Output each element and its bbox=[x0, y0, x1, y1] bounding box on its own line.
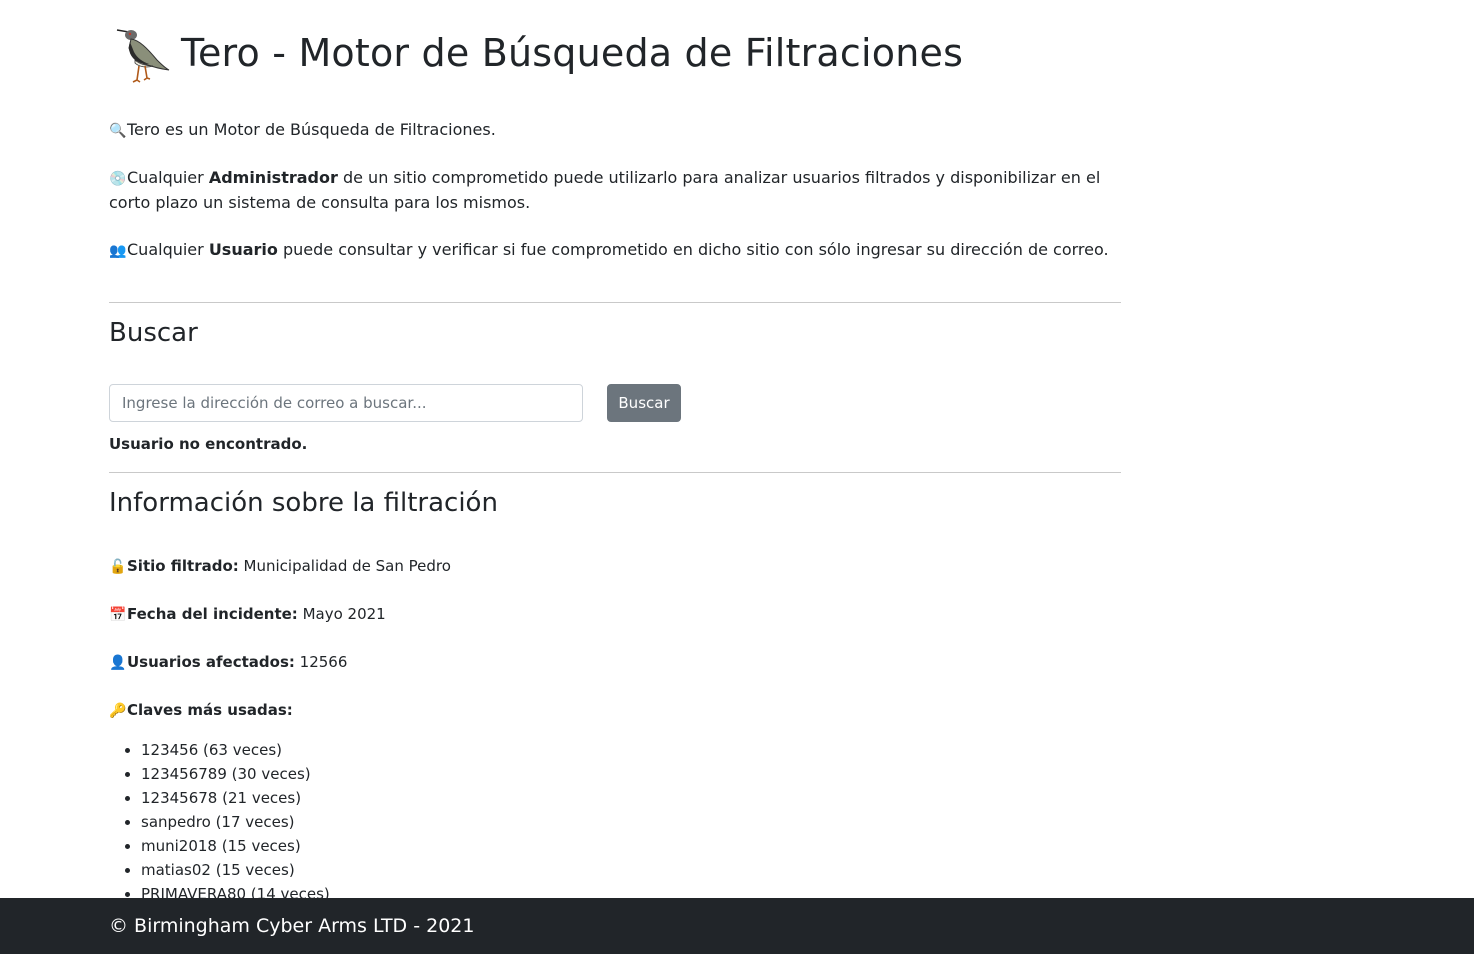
divider bbox=[109, 302, 1121, 303]
lock-icon: 🔓 bbox=[109, 559, 127, 575]
page-header: Tero - Motor de Búsqueda de Filtraciones bbox=[109, 22, 963, 84]
search-button[interactable]: Buscar bbox=[607, 384, 681, 422]
top-passwords-line: 🔑Claves más usadas: bbox=[109, 698, 293, 723]
list-item: 123456 (63 veces) bbox=[141, 738, 330, 762]
affected-users-label: Usuarios afectados: bbox=[127, 653, 295, 671]
intro-line-1: 🔍Tero es un Motor de Búsqueda de Filtrac… bbox=[109, 118, 1121, 143]
intro-line-3-prefix: Cualquier bbox=[127, 240, 209, 259]
intro-line-2-prefix: Cualquier bbox=[127, 168, 209, 187]
search-input[interactable] bbox=[109, 384, 583, 422]
search-heading: Buscar bbox=[109, 318, 198, 348]
page: Tero - Motor de Búsqueda de Filtraciones… bbox=[0, 0, 1474, 954]
incident-date-line: 📅Fecha del incidente: Mayo 2021 bbox=[109, 602, 386, 627]
page-title: Tero - Motor de Búsqueda de Filtraciones bbox=[181, 31, 964, 75]
search-result-text: Usuario no encontrado. bbox=[109, 435, 308, 453]
bird-logo-icon bbox=[116, 29, 170, 83]
footer-text: © Birmingham Cyber Arms LTD - 2021 bbox=[109, 915, 475, 937]
leaked-site-label: Sitio filtrado: bbox=[127, 557, 239, 575]
password-list: 123456 (63 veces) 123456789 (30 veces) 1… bbox=[109, 738, 330, 906]
affected-users-line: 👤Usuarios afectados: 12566 bbox=[109, 650, 347, 675]
divider bbox=[109, 472, 1121, 473]
leaked-site-value: Municipalidad de San Pedro bbox=[238, 557, 451, 575]
disc-icon: 💿 bbox=[109, 171, 127, 187]
magnifier-icon: 🔍 bbox=[109, 123, 127, 139]
intro-line-3-bold: Usuario bbox=[208, 240, 278, 259]
user-icon: 👤 bbox=[109, 655, 127, 671]
intro-line-1-text: Tero es un Motor de Búsqueda de Filtraci… bbox=[127, 120, 496, 139]
incident-date-value: Mayo 2021 bbox=[297, 605, 386, 623]
users-icon: 👥 bbox=[109, 243, 127, 259]
key-icon: 🔑 bbox=[109, 703, 127, 719]
intro-line-3-suffix: puede consultar y verificar si fue compr… bbox=[277, 240, 1109, 259]
intro-line-2-bold: Administrador bbox=[208, 168, 338, 187]
list-item: matias02 (15 veces) bbox=[141, 858, 330, 882]
info-heading: Información sobre la filtración bbox=[109, 488, 498, 518]
intro-line-2: 💿Cualquier Administrador de un sitio com… bbox=[109, 166, 1121, 215]
list-item: 12345678 (21 veces) bbox=[141, 786, 330, 810]
incident-date-label: Fecha del incidente: bbox=[127, 605, 298, 623]
calendar-icon: 📅 bbox=[109, 607, 127, 623]
intro-line-3: 👥Cualquier Usuario puede consultar y ver… bbox=[109, 238, 1121, 263]
affected-users-value: 12566 bbox=[294, 653, 348, 671]
list-item: 123456789 (30 veces) bbox=[141, 762, 330, 786]
list-item: muni2018 (15 veces) bbox=[141, 834, 330, 858]
leaked-site-line: 🔓Sitio filtrado: Municipalidad de San Pe… bbox=[109, 554, 451, 579]
top-passwords-label: Claves más usadas: bbox=[127, 701, 293, 719]
footer: © Birmingham Cyber Arms LTD - 2021 bbox=[0, 898, 1474, 954]
list-item: sanpedro (17 veces) bbox=[141, 810, 330, 834]
